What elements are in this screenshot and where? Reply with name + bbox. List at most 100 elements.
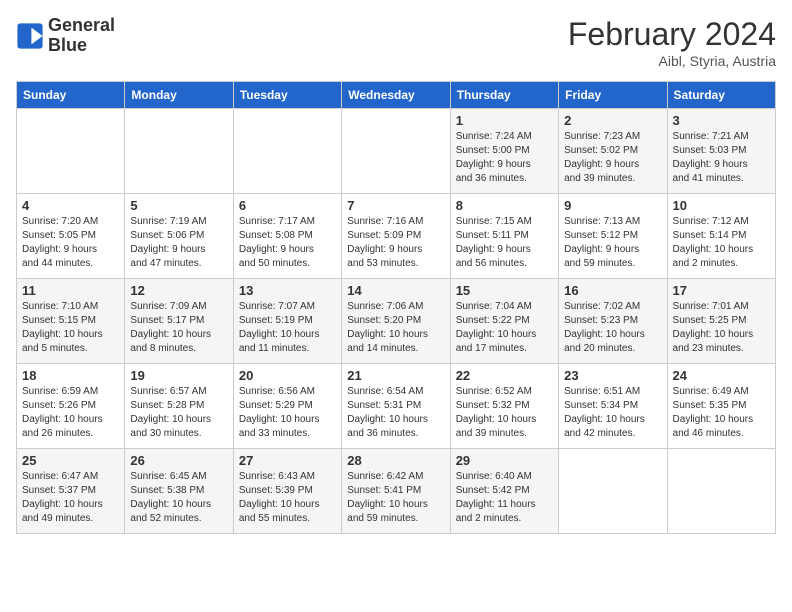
calendar-cell [559, 449, 667, 534]
calendar-cell: 3 Sunrise: 7:21 AM Sunset: 5:03 PM Daylig… [667, 109, 775, 194]
calendar-cell: 18 Sunrise: 6:59 AM Sunset: 5:26 PM Dayli… [17, 364, 125, 449]
day-info: Sunrise: 7:06 AM Sunset: 5:20 PM Dayligh… [347, 300, 444, 356]
day-number: 20 [239, 368, 336, 383]
day-header-sunday: Sunday [17, 82, 125, 109]
day-header-monday: Monday [125, 82, 233, 109]
logo-line1: General [48, 16, 115, 36]
day-info: Sunrise: 7:20 AM Sunset: 5:05 PM Dayligh… [22, 215, 119, 271]
day-number: 4 [22, 198, 119, 213]
calendar-week-row: 11 Sunrise: 7:10 AM Sunset: 5:15 PM Dayli… [17, 279, 776, 364]
calendar-cell: 29 Sunrise: 6:40 AM Sunset: 5:42 PM Dayli… [450, 449, 558, 534]
calendar-cell: 28 Sunrise: 6:42 AM Sunset: 5:41 PM Dayli… [342, 449, 450, 534]
calendar-week-row: 4 Sunrise: 7:20 AM Sunset: 5:05 PM Daylig… [17, 194, 776, 279]
day-info: Sunrise: 7:12 AM Sunset: 5:14 PM Dayligh… [673, 215, 770, 271]
day-number: 14 [347, 283, 444, 298]
day-info: Sunrise: 7:09 AM Sunset: 5:17 PM Dayligh… [130, 300, 227, 356]
logo: General Blue [16, 16, 115, 56]
day-number: 23 [564, 368, 661, 383]
calendar-cell: 16Sunrise: 7:02 AM Sunset: 5:23 PM Dayli… [559, 279, 667, 364]
day-header-saturday: Saturday [667, 82, 775, 109]
day-header-wednesday: Wednesday [342, 82, 450, 109]
day-number: 27 [239, 453, 336, 468]
calendar-cell: 25 Sunrise: 6:47 AM Sunset: 5:37 PM Dayli… [17, 449, 125, 534]
calendar-cell: 8Sunrise: 7:15 AM Sunset: 5:11 PM Daylig… [450, 194, 558, 279]
calendar-cell: 13 Sunrise: 7:07 AM Sunset: 5:19 PM Dayli… [233, 279, 341, 364]
calendar-cell: 20Sunrise: 6:56 AM Sunset: 5:29 PM Dayli… [233, 364, 341, 449]
day-number: 10 [673, 198, 770, 213]
day-info: Sunrise: 6:59 AM Sunset: 5:26 PM Dayligh… [22, 385, 119, 441]
day-number: 9 [564, 198, 661, 213]
calendar-cell: 27 Sunrise: 6:43 AM Sunset: 5:39 PM Dayli… [233, 449, 341, 534]
month-title: February 2024 [568, 16, 776, 53]
calendar-cell: 23Sunrise: 6:51 AM Sunset: 5:34 PM Dayli… [559, 364, 667, 449]
calendar-cell: 2 Sunrise: 7:23 AM Sunset: 5:02 PM Daylig… [559, 109, 667, 194]
page-header: General Blue February 2024 Aibl, Styria,… [16, 16, 776, 69]
day-number: 18 [22, 368, 119, 383]
calendar-cell: 6 Sunrise: 7:17 AM Sunset: 5:08 PM Daylig… [233, 194, 341, 279]
calendar-header-row: SundayMondayTuesdayWednesdayThursdayFrid… [17, 82, 776, 109]
day-number: 8 [456, 198, 553, 213]
day-number: 24 [673, 368, 770, 383]
day-info: Sunrise: 7:02 AM Sunset: 5:23 PM Dayligh… [564, 300, 661, 356]
day-header-tuesday: Tuesday [233, 82, 341, 109]
day-number: 5 [130, 198, 227, 213]
calendar-cell: 5 Sunrise: 7:19 AM Sunset: 5:06 PM Daylig… [125, 194, 233, 279]
day-info: Sunrise: 6:47 AM Sunset: 5:37 PM Dayligh… [22, 470, 119, 526]
calendar-cell: 12 Sunrise: 7:09 AM Sunset: 5:17 PM Dayli… [125, 279, 233, 364]
calendar-cell: 19Sunrise: 6:57 AM Sunset: 5:28 PM Dayli… [125, 364, 233, 449]
day-info: Sunrise: 7:21 AM Sunset: 5:03 PM Dayligh… [673, 130, 770, 186]
calendar-cell: 11 Sunrise: 7:10 AM Sunset: 5:15 PM Dayli… [17, 279, 125, 364]
day-info: Sunrise: 6:43 AM Sunset: 5:39 PM Dayligh… [239, 470, 336, 526]
calendar-cell [17, 109, 125, 194]
day-info: Sunrise: 7:01 AM Sunset: 5:25 PM Dayligh… [673, 300, 770, 356]
day-number: 12 [130, 283, 227, 298]
calendar-cell: 21 Sunrise: 6:54 AM Sunset: 5:31 PM Dayli… [342, 364, 450, 449]
day-info: Sunrise: 7:13 AM Sunset: 5:12 PM Dayligh… [564, 215, 661, 271]
logo-text: General Blue [48, 16, 115, 56]
title-block: February 2024 Aibl, Styria, Austria [568, 16, 776, 69]
calendar-cell: 9 Sunrise: 7:13 AM Sunset: 5:12 PM Daylig… [559, 194, 667, 279]
day-info: Sunrise: 7:07 AM Sunset: 5:19 PM Dayligh… [239, 300, 336, 356]
day-number: 15 [456, 283, 553, 298]
day-header-friday: Friday [559, 82, 667, 109]
calendar-cell [233, 109, 341, 194]
day-number: 13 [239, 283, 336, 298]
calendar-cell: 1Sunrise: 7:24 AM Sunset: 5:00 PM Daylig… [450, 109, 558, 194]
calendar-cell: 14 Sunrise: 7:06 AM Sunset: 5:20 PM Dayli… [342, 279, 450, 364]
day-number: 29 [456, 453, 553, 468]
day-number: 28 [347, 453, 444, 468]
day-number: 25 [22, 453, 119, 468]
day-info: Sunrise: 6:49 AM Sunset: 5:35 PM Dayligh… [673, 385, 770, 441]
location-subtitle: Aibl, Styria, Austria [568, 53, 776, 69]
day-info: Sunrise: 7:19 AM Sunset: 5:06 PM Dayligh… [130, 215, 227, 271]
calendar-cell: 15 Sunrise: 7:04 AM Sunset: 5:22 PM Dayli… [450, 279, 558, 364]
day-number: 3 [673, 113, 770, 128]
calendar-cell: 7Sunrise: 7:16 AM Sunset: 5:09 PM Daylig… [342, 194, 450, 279]
calendar-cell: 22Sunrise: 6:52 AM Sunset: 5:32 PM Dayli… [450, 364, 558, 449]
day-info: Sunrise: 7:17 AM Sunset: 5:08 PM Dayligh… [239, 215, 336, 271]
day-info: Sunrise: 7:10 AM Sunset: 5:15 PM Dayligh… [22, 300, 119, 356]
day-info: Sunrise: 6:54 AM Sunset: 5:31 PM Dayligh… [347, 385, 444, 441]
day-info: Sunrise: 6:42 AM Sunset: 5:41 PM Dayligh… [347, 470, 444, 526]
day-info: Sunrise: 6:40 AM Sunset: 5:42 PM Dayligh… [456, 470, 553, 526]
logo-line2: Blue [48, 36, 115, 56]
calendar-cell: 17Sunrise: 7:01 AM Sunset: 5:25 PM Dayli… [667, 279, 775, 364]
calendar-cell: 26Sunrise: 6:45 AM Sunset: 5:38 PM Dayli… [125, 449, 233, 534]
day-number: 2 [564, 113, 661, 128]
day-number: 7 [347, 198, 444, 213]
day-number: 19 [130, 368, 227, 383]
day-info: Sunrise: 7:23 AM Sunset: 5:02 PM Dayligh… [564, 130, 661, 186]
day-number: 26 [130, 453, 227, 468]
calendar-week-row: 1Sunrise: 7:24 AM Sunset: 5:00 PM Daylig… [17, 109, 776, 194]
calendar-week-row: 18 Sunrise: 6:59 AM Sunset: 5:26 PM Dayli… [17, 364, 776, 449]
logo-icon [16, 22, 44, 50]
day-number: 1 [456, 113, 553, 128]
calendar-cell [125, 109, 233, 194]
day-info: Sunrise: 7:04 AM Sunset: 5:22 PM Dayligh… [456, 300, 553, 356]
calendar-cell [342, 109, 450, 194]
day-number: 11 [22, 283, 119, 298]
calendar-cell: 10 Sunrise: 7:12 AM Sunset: 5:14 PM Dayli… [667, 194, 775, 279]
day-number: 21 [347, 368, 444, 383]
day-number: 22 [456, 368, 553, 383]
day-number: 6 [239, 198, 336, 213]
